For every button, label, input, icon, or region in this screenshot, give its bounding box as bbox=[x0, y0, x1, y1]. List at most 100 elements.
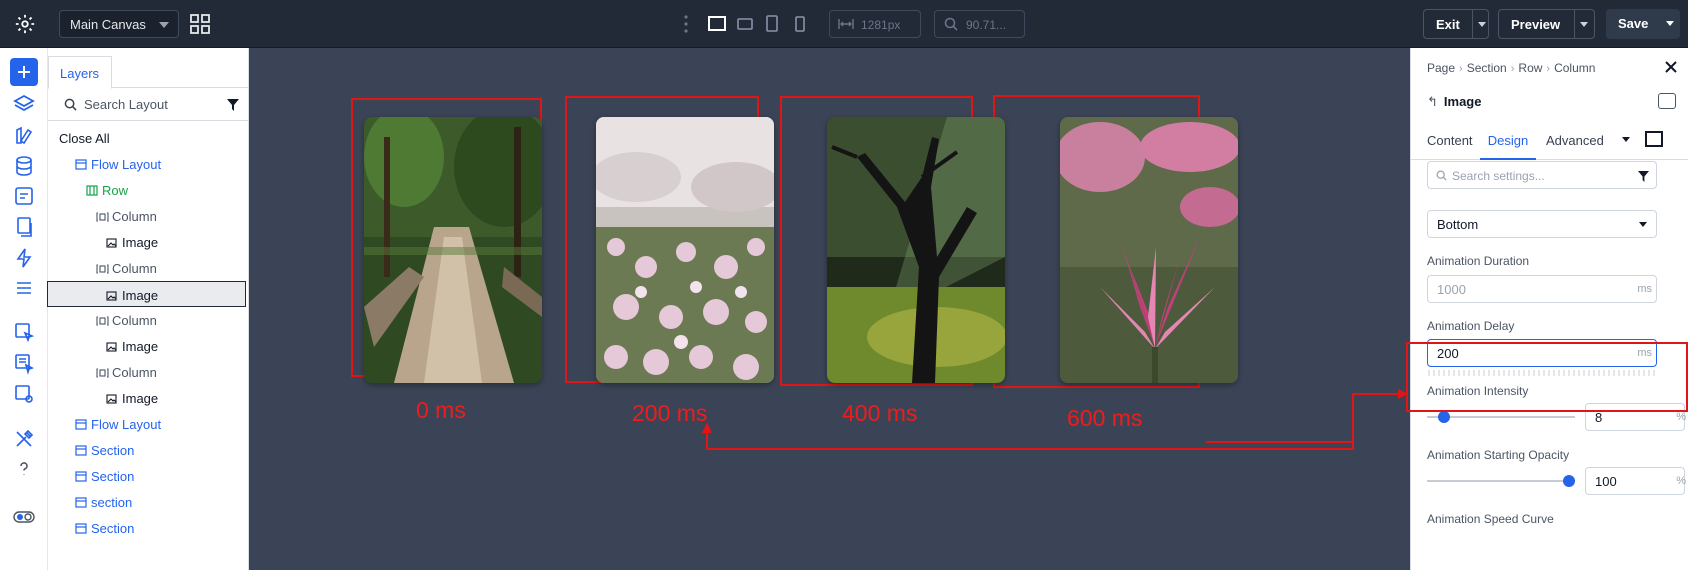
layers-icon[interactable] bbox=[12, 92, 36, 116]
tools-icon[interactable] bbox=[12, 427, 36, 451]
pointer-icon[interactable] bbox=[12, 320, 36, 344]
delay-label-1: 200 ms bbox=[632, 400, 708, 426]
tab-design[interactable]: Design bbox=[1480, 120, 1536, 160]
image-card-forest-path[interactable] bbox=[364, 117, 542, 383]
settings-tabs: Content Design Advanced bbox=[1411, 120, 1688, 160]
filter-icon[interactable] bbox=[1638, 171, 1649, 182]
template-library-icon[interactable] bbox=[12, 351, 36, 375]
layer-item-label: Column bbox=[112, 209, 157, 224]
desktop-icon[interactable] bbox=[707, 14, 727, 34]
settings-search-input[interactable]: Search settings... bbox=[1427, 161, 1657, 189]
layer-item-image[interactable]: Image bbox=[47, 281, 246, 307]
delay-label-2: 400 ms bbox=[842, 400, 918, 426]
width-arrows-icon bbox=[838, 19, 854, 29]
column-icon bbox=[96, 210, 109, 225]
grid-icon[interactable] bbox=[189, 13, 211, 35]
exit-button-group[interactable]: Exit bbox=[1423, 9, 1489, 39]
animation-opacity-thumb[interactable] bbox=[1563, 475, 1575, 487]
save-dropdown-icon[interactable] bbox=[1662, 9, 1680, 39]
layers-search-input[interactable]: Search Layout bbox=[48, 88, 248, 121]
paint-icon[interactable] bbox=[12, 124, 36, 148]
canvas-width-field[interactable]: 1281px bbox=[829, 10, 921, 38]
element-options-icon[interactable] bbox=[1658, 93, 1676, 109]
back-arrow-icon[interactable]: ↰ bbox=[1427, 94, 1438, 109]
layer-item-label: Flow Layout bbox=[91, 417, 162, 432]
tab-content[interactable]: Content bbox=[1427, 120, 1473, 160]
lightning-icon[interactable] bbox=[12, 246, 36, 270]
animation-direction-select[interactable]: Bottom bbox=[1427, 210, 1657, 238]
add-element-button[interactable] bbox=[10, 58, 38, 86]
responsive-box-icon[interactable] bbox=[1645, 131, 1663, 147]
top-toolbar: Main Canvas 1281px 90.71... Exit Preview bbox=[0, 0, 1688, 48]
breadcrumb-item-section[interactable]: Section bbox=[1467, 61, 1507, 75]
preview-dropdown-icon[interactable] bbox=[1574, 10, 1592, 38]
zoom-field[interactable]: 90.71... bbox=[934, 10, 1025, 38]
layer-item-row[interactable]: Row bbox=[48, 177, 248, 203]
layers-search-placeholder: Search Layout bbox=[84, 97, 168, 112]
layer-tree: Close All Flow Layout Row Column Image Colum… bbox=[47, 121, 248, 570]
layer-item-label: Image bbox=[122, 235, 159, 250]
canvas-select[interactable]: Main Canvas bbox=[59, 10, 179, 38]
search-icon bbox=[944, 17, 958, 31]
chevron-down-icon[interactable] bbox=[1622, 137, 1630, 142]
image-card-sunlit-tree[interactable] bbox=[827, 117, 1005, 383]
column-icon bbox=[96, 314, 109, 329]
layer-item-column[interactable]: Column bbox=[48, 255, 248, 281]
layer-item-image[interactable]: Image bbox=[48, 385, 248, 411]
list-icon[interactable] bbox=[12, 276, 36, 300]
filter-icon[interactable] bbox=[227, 99, 239, 111]
layer-item-column[interactable]: Column bbox=[48, 359, 248, 385]
image-card-magnolia[interactable] bbox=[1060, 117, 1238, 383]
layer-item-section[interactable]: Section bbox=[48, 515, 248, 541]
animation-intensity-thumb[interactable] bbox=[1437, 411, 1450, 423]
preview-button-group[interactable]: Preview bbox=[1498, 9, 1595, 39]
layers-tab-bar: Layers bbox=[48, 48, 248, 89]
tab-advanced[interactable]: Advanced bbox=[1546, 120, 1604, 160]
layer-item-flow-layout[interactable]: Flow Layout bbox=[48, 151, 248, 177]
breadcrumb-item-page[interactable]: Page bbox=[1427, 61, 1455, 75]
animation-opacity-input[interactable]: 100 % bbox=[1585, 467, 1686, 495]
animation-duration-label: Animation Duration bbox=[1427, 254, 1530, 268]
page-settings-icon[interactable] bbox=[12, 382, 36, 406]
more-vertical-icon[interactable] bbox=[683, 14, 689, 34]
tab-layers[interactable]: Layers bbox=[48, 56, 112, 89]
mobile-icon[interactable] bbox=[793, 14, 807, 34]
save-button-group[interactable]: Save bbox=[1606, 9, 1680, 39]
tablet-portrait-icon[interactable] bbox=[764, 14, 780, 34]
close-all-button[interactable]: Close All bbox=[48, 125, 248, 151]
layer-item-image[interactable]: Image bbox=[48, 333, 248, 359]
close-icon[interactable] bbox=[1664, 60, 1678, 74]
layer-item-column[interactable]: Column bbox=[48, 203, 248, 229]
help-icon[interactable] bbox=[12, 457, 36, 481]
database-icon[interactable] bbox=[12, 154, 36, 178]
tablet-landscape-icon[interactable] bbox=[736, 14, 754, 34]
exit-button[interactable]: Exit bbox=[1424, 10, 1472, 38]
gear-icon[interactable] bbox=[14, 13, 36, 35]
canvas-select-label: Main Canvas bbox=[70, 17, 146, 32]
annotation-highlight-delay bbox=[1406, 342, 1688, 412]
layer-item-section[interactable]: section bbox=[48, 489, 248, 515]
preview-button[interactable]: Preview bbox=[1499, 10, 1574, 38]
image-card-flower-field[interactable] bbox=[596, 117, 774, 383]
animation-duration-input[interactable]: 1000 ms bbox=[1427, 275, 1657, 303]
breadcrumb-item-row[interactable]: Row bbox=[1518, 61, 1542, 75]
animation-opacity-label: Animation Starting Opacity bbox=[1427, 448, 1570, 462]
layer-item-section[interactable]: Section bbox=[48, 463, 248, 489]
image-icon bbox=[106, 340, 117, 355]
exit-dropdown-icon[interactable] bbox=[1471, 10, 1488, 38]
template-icon[interactable] bbox=[12, 184, 36, 208]
animation-speed-curve-label: Animation Speed Curve bbox=[1427, 512, 1554, 526]
layer-item-flow-layout[interactable]: Flow Layout bbox=[48, 411, 248, 437]
layer-item-image[interactable]: Image bbox=[48, 229, 248, 255]
layer-item-section[interactable]: Section bbox=[48, 437, 248, 463]
pages-icon[interactable] bbox=[12, 215, 36, 239]
breadcrumb-item-column[interactable]: Column bbox=[1554, 61, 1595, 75]
theme-toggle-icon[interactable] bbox=[12, 505, 36, 529]
design-canvas[interactable]: 0 ms 200 ms 400 ms 600 ms bbox=[249, 48, 1410, 570]
image-icon bbox=[106, 289, 117, 304]
layer-item-label: Image bbox=[122, 391, 159, 406]
layer-item-column[interactable]: Column bbox=[48, 307, 248, 333]
flow-layout-icon bbox=[75, 418, 87, 433]
animation-opacity-slider[interactable] bbox=[1427, 480, 1575, 482]
save-button[interactable]: Save bbox=[1606, 9, 1662, 39]
